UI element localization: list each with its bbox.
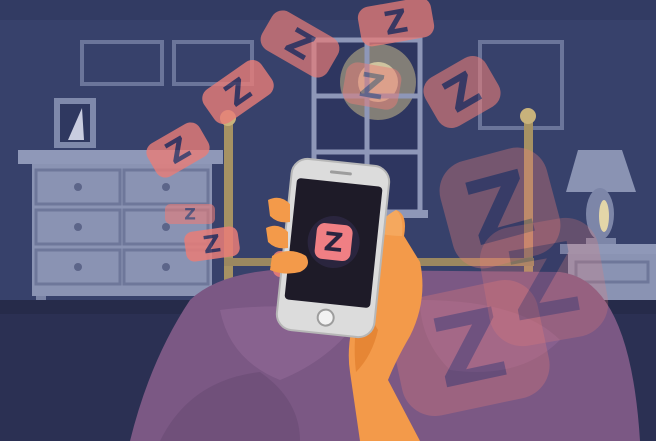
wall-shade — [0, 0, 656, 20]
z-bubble: Z — [479, 217, 609, 347]
thumb — [270, 251, 308, 274]
dresser-mirror — [54, 98, 96, 148]
app-icon-letter: Z — [323, 227, 345, 259]
bedroom-scene: ZZZZZZZZZZZZ Z — [0, 0, 656, 441]
z-letter: Z — [184, 205, 196, 224]
z-bubble: Z — [165, 204, 215, 224]
smartphone: Z — [275, 157, 391, 339]
